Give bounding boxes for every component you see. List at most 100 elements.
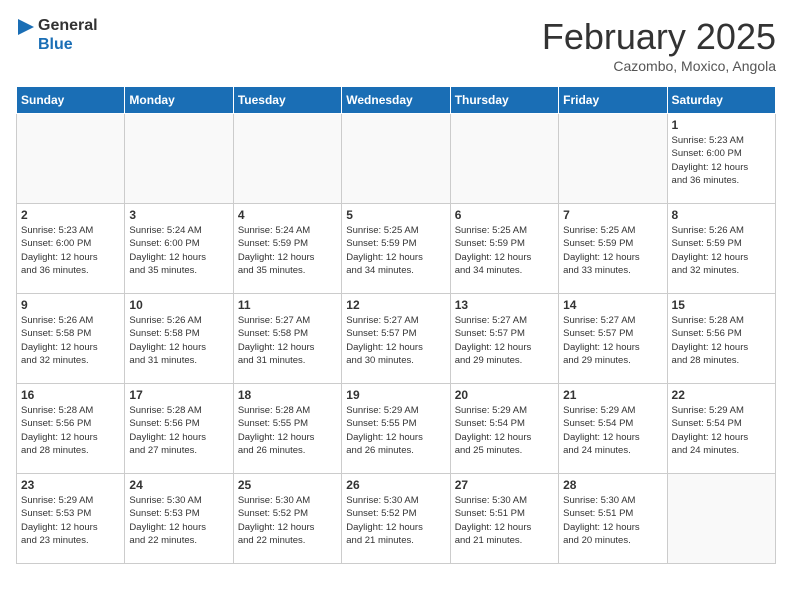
calendar-cell: 19Sunrise: 5:29 AM Sunset: 5:55 PM Dayli… [342,384,450,474]
day-number: 14 [563,298,662,312]
day-info: Sunrise: 5:25 AM Sunset: 5:59 PM Dayligh… [455,224,554,277]
calendar-cell: 7Sunrise: 5:25 AM Sunset: 5:59 PM Daylig… [559,204,667,294]
calendar-cell: 23 Sunrise: 5:29 AM Sunset: 5:53 PM Dayli… [17,474,125,564]
day-info: Sunrise: 5:30 AM Sunset: 5:53 PM Dayligh… [129,494,228,547]
day-number: 11 [238,298,337,312]
weekday-header-friday: Friday [559,87,667,114]
calendar-cell: 2 Sunrise: 5:23 AM Sunset: 6:00 PM Daylig… [17,204,125,294]
calendar-cell: 25 Sunrise: 5:30 AM Sunset: 5:52 PM Dayli… [233,474,341,564]
calendar-cell: 20 Sunrise: 5:29 AM Sunset: 5:54 PM Dayli… [450,384,558,474]
calendar-week-5: 23 Sunrise: 5:29 AM Sunset: 5:53 PM Dayli… [17,474,776,564]
day-number: 12 [346,298,445,312]
day-number: 9 [21,298,120,312]
calendar-week-3: 9 Sunrise: 5:26 AM Sunset: 5:58 PM Daylig… [17,294,776,384]
logo-text-blue: Blue [38,35,98,54]
day-number: 27 [455,478,554,492]
calendar-cell: 11Sunrise: 5:27 AM Sunset: 5:58 PM Dayli… [233,294,341,384]
calendar-cell: 9 Sunrise: 5:26 AM Sunset: 5:58 PM Daylig… [17,294,125,384]
calendar-cell: 21 Sunrise: 5:29 AM Sunset: 5:54 PM Dayli… [559,384,667,474]
day-number: 4 [238,208,337,222]
calendar-cell: 18 Sunrise: 5:28 AM Sunset: 5:55 PM Dayli… [233,384,341,474]
calendar-cell [667,474,775,564]
logo-container: General Blue [16,16,98,54]
weekday-header-wednesday: Wednesday [342,87,450,114]
calendar-cell: 24 Sunrise: 5:30 AM Sunset: 5:53 PM Dayli… [125,474,233,564]
calendar-cell: 6Sunrise: 5:25 AM Sunset: 5:59 PM Daylig… [450,204,558,294]
weekday-header-thursday: Thursday [450,87,558,114]
day-info: Sunrise: 5:28 AM Sunset: 5:56 PM Dayligh… [129,404,228,457]
calendar-cell: 17 Sunrise: 5:28 AM Sunset: 5:56 PM Dayli… [125,384,233,474]
calendar-week-1: 1 Sunrise: 5:23 AM Sunset: 6:00 PM Daylig… [17,114,776,204]
weekday-header-row: SundayMondayTuesdayWednesdayThursdayFrid… [17,87,776,114]
calendar-cell [559,114,667,204]
day-number: 1 [672,118,771,132]
day-number: 21 [563,388,662,402]
calendar-subtitle: Cazombo, Moxico, Angola [542,58,776,74]
calendar-cell: 1 Sunrise: 5:23 AM Sunset: 6:00 PM Daylig… [667,114,775,204]
day-info: Sunrise: 5:28 AM Sunset: 5:56 PM Dayligh… [21,404,120,457]
day-number: 20 [455,388,554,402]
day-info: Sunrise: 5:27 AM Sunset: 5:57 PM Dayligh… [563,314,662,367]
calendar-week-4: 16Sunrise: 5:28 AM Sunset: 5:56 PM Dayli… [17,384,776,474]
calendar-cell: 26Sunrise: 5:30 AM Sunset: 5:52 PM Dayli… [342,474,450,564]
day-number: 17 [129,388,228,402]
calendar-cell [450,114,558,204]
day-info: Sunrise: 5:25 AM Sunset: 5:59 PM Dayligh… [563,224,662,277]
day-number: 3 [129,208,228,222]
day-info: Sunrise: 5:24 AM Sunset: 5:59 PM Dayligh… [238,224,337,277]
calendar-week-2: 2 Sunrise: 5:23 AM Sunset: 6:00 PM Daylig… [17,204,776,294]
calendar-cell [342,114,450,204]
calendar-cell [233,114,341,204]
calendar-cell: 15Sunrise: 5:28 AM Sunset: 5:56 PM Dayli… [667,294,775,384]
logo-flag-icon [16,17,36,53]
day-info: Sunrise: 5:29 AM Sunset: 5:53 PM Dayligh… [21,494,120,547]
day-number: 25 [238,478,337,492]
calendar-cell: 14 Sunrise: 5:27 AM Sunset: 5:57 PM Dayli… [559,294,667,384]
calendar-title-area: February 2025 Cazombo, Moxico, Angola [542,16,776,74]
day-number: 23 [21,478,120,492]
day-info: Sunrise: 5:23 AM Sunset: 6:00 PM Dayligh… [672,134,771,187]
day-info: Sunrise: 5:30 AM Sunset: 5:51 PM Dayligh… [455,494,554,547]
day-number: 18 [238,388,337,402]
day-info: Sunrise: 5:27 AM Sunset: 5:57 PM Dayligh… [346,314,445,367]
day-number: 10 [129,298,228,312]
logo: General Blue [16,16,98,54]
day-info: Sunrise: 5:26 AM Sunset: 5:59 PM Dayligh… [672,224,771,277]
day-info: Sunrise: 5:27 AM Sunset: 5:57 PM Dayligh… [455,314,554,367]
day-number: 2 [21,208,120,222]
weekday-header-tuesday: Tuesday [233,87,341,114]
day-number: 22 [672,388,771,402]
day-info: Sunrise: 5:29 AM Sunset: 5:54 PM Dayligh… [563,404,662,457]
day-info: Sunrise: 5:26 AM Sunset: 5:58 PM Dayligh… [21,314,120,367]
calendar-cell: 10Sunrise: 5:26 AM Sunset: 5:58 PM Dayli… [125,294,233,384]
weekday-header-sunday: Sunday [17,87,125,114]
calendar-cell: 16Sunrise: 5:28 AM Sunset: 5:56 PM Dayli… [17,384,125,474]
day-info: Sunrise: 5:24 AM Sunset: 6:00 PM Dayligh… [129,224,228,277]
calendar-cell: 12 Sunrise: 5:27 AM Sunset: 5:57 PM Dayli… [342,294,450,384]
day-info: Sunrise: 5:30 AM Sunset: 5:51 PM Dayligh… [563,494,662,547]
day-number: 8 [672,208,771,222]
day-number: 19 [346,388,445,402]
calendar-cell: 8 Sunrise: 5:26 AM Sunset: 5:59 PM Daylig… [667,204,775,294]
calendar-cell: 27 Sunrise: 5:30 AM Sunset: 5:51 PM Dayli… [450,474,558,564]
calendar-cell: 5 Sunrise: 5:25 AM Sunset: 5:59 PM Daylig… [342,204,450,294]
day-number: 26 [346,478,445,492]
calendar-title: February 2025 [542,16,776,58]
day-number: 24 [129,478,228,492]
page-header: General Blue February 2025 Cazombo, Moxi… [16,16,776,74]
calendar-table: SundayMondayTuesdayWednesdayThursdayFrid… [16,86,776,564]
weekday-header-saturday: Saturday [667,87,775,114]
day-info: Sunrise: 5:30 AM Sunset: 5:52 PM Dayligh… [238,494,337,547]
day-info: Sunrise: 5:29 AM Sunset: 5:54 PM Dayligh… [455,404,554,457]
day-info: Sunrise: 5:23 AM Sunset: 6:00 PM Dayligh… [21,224,120,277]
day-number: 13 [455,298,554,312]
calendar-cell: 28Sunrise: 5:30 AM Sunset: 5:51 PM Dayli… [559,474,667,564]
day-number: 5 [346,208,445,222]
calendar-cell: 4 Sunrise: 5:24 AM Sunset: 5:59 PM Daylig… [233,204,341,294]
calendar-cell: 3 Sunrise: 5:24 AM Sunset: 6:00 PM Daylig… [125,204,233,294]
calendar-cell: 13 Sunrise: 5:27 AM Sunset: 5:57 PM Dayli… [450,294,558,384]
calendar-cell [125,114,233,204]
day-info: Sunrise: 5:25 AM Sunset: 5:59 PM Dayligh… [346,224,445,277]
weekday-header-monday: Monday [125,87,233,114]
day-info: Sunrise: 5:28 AM Sunset: 5:55 PM Dayligh… [238,404,337,457]
